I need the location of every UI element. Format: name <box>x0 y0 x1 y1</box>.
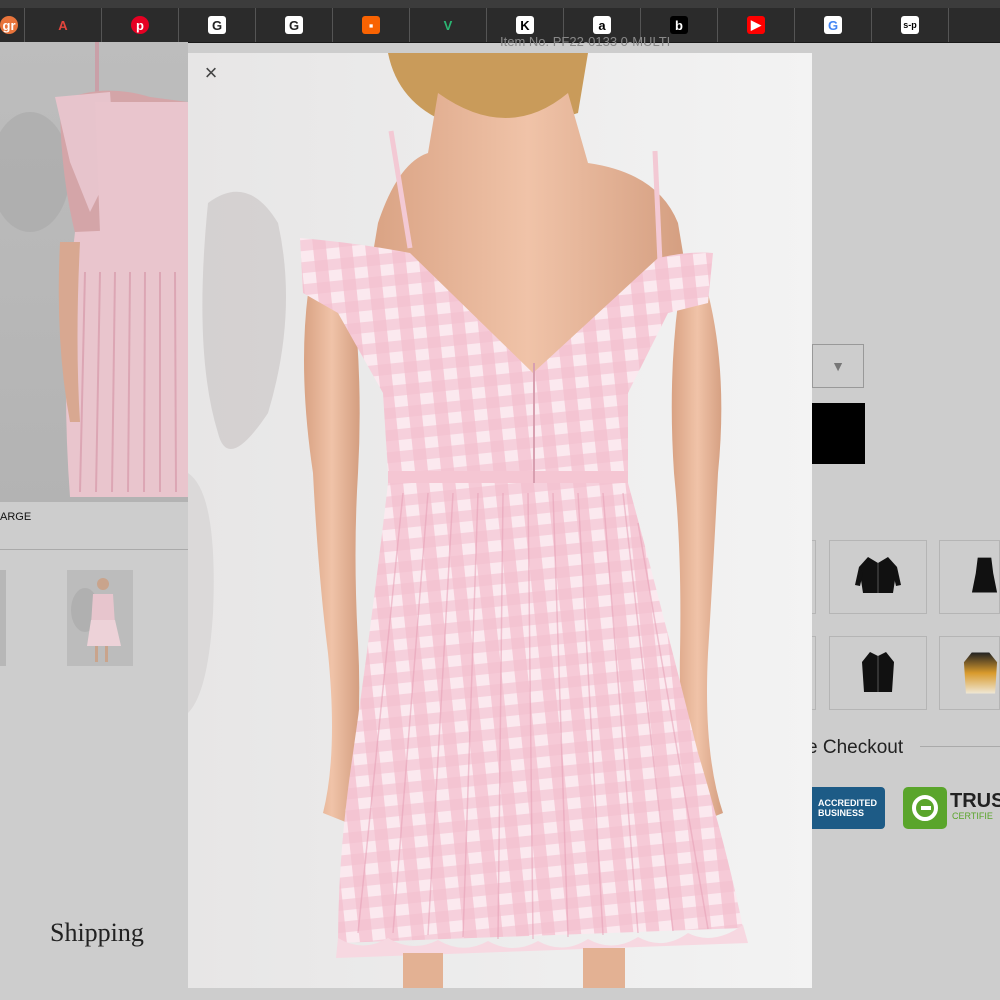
bookmark-3[interactable]: G <box>179 8 256 42</box>
v-icon: V <box>443 17 453 33</box>
thumbnail-partial[interactable] <box>0 570 6 666</box>
bbb-line1: ACCREDITED <box>818 798 878 808</box>
anthropologie-icon: A <box>58 17 68 33</box>
bookmark-12[interactable]: s-p <box>872 8 949 42</box>
product-main-image[interactable] <box>0 42 188 502</box>
product-thumbnail[interactable] <box>67 570 133 666</box>
bookmark-6[interactable]: V <box>410 8 487 42</box>
bookmark-5[interactable]: ▪ <box>333 8 410 42</box>
zoomed-product-image <box>188 53 812 988</box>
related-item-blazer[interactable] <box>829 540 927 614</box>
home-depot-icon: ▪ <box>362 16 380 34</box>
sp-icon: s-p <box>901 16 919 34</box>
bookmark-0[interactable]: gr <box>0 8 25 42</box>
image-zoom-modal <box>188 53 812 988</box>
close-icon[interactable]: × <box>200 62 222 84</box>
divider <box>920 746 1000 747</box>
shipping-heading[interactable]: Shipping <box>50 918 144 948</box>
youtube-icon: ▶ <box>747 16 765 34</box>
trust-sub: CERTIFIE <box>952 811 993 821</box>
bbb-badge[interactable]: ACCREDITED BUSINESS <box>812 787 885 829</box>
bookmark-2[interactable]: p <box>102 8 179 42</box>
size-label: ARGE <box>0 511 32 523</box>
browser-top <box>0 0 1000 8</box>
secure-checkout-heading: e Checkout <box>807 737 904 758</box>
bookmark-10[interactable]: ▶ <box>718 8 795 42</box>
chevron-down-icon: ▼ <box>831 358 845 374</box>
bookmark-4[interactable]: G <box>256 8 333 42</box>
gr-icon: gr <box>0 16 18 34</box>
divider <box>0 549 188 550</box>
bbb-line2: BUSINESS <box>818 808 865 818</box>
related-item-shirtdress[interactable] <box>829 636 927 710</box>
g-icon: G <box>208 16 226 34</box>
add-to-bag-button[interactable] <box>812 403 865 464</box>
k-icon: K <box>516 16 534 34</box>
related-item-ombre[interactable] <box>939 636 1000 710</box>
trust-logo-icon[interactable] <box>903 787 947 829</box>
bookmark-11[interactable]: G <box>795 8 872 42</box>
b-icon: b <box>670 16 688 34</box>
trust-name: TRUS <box>950 790 1000 812</box>
g-icon: G <box>285 16 303 34</box>
bookmark-1[interactable]: A <box>25 8 102 42</box>
item-number: Item No. PF22-0133 0-MULTI <box>500 34 671 49</box>
pinterest-icon: p <box>131 16 149 34</box>
amazon-icon: a <box>593 16 611 34</box>
related-item-dress[interactable] <box>939 540 1000 614</box>
black-dress-icon <box>971 557 998 593</box>
ombre-shirt-icon <box>963 652 998 694</box>
blazer-dress-icon <box>855 557 901 593</box>
size-select[interactable]: ▼ <box>812 344 864 388</box>
google-icon: G <box>824 16 842 34</box>
shirt-dress-icon <box>862 652 894 692</box>
